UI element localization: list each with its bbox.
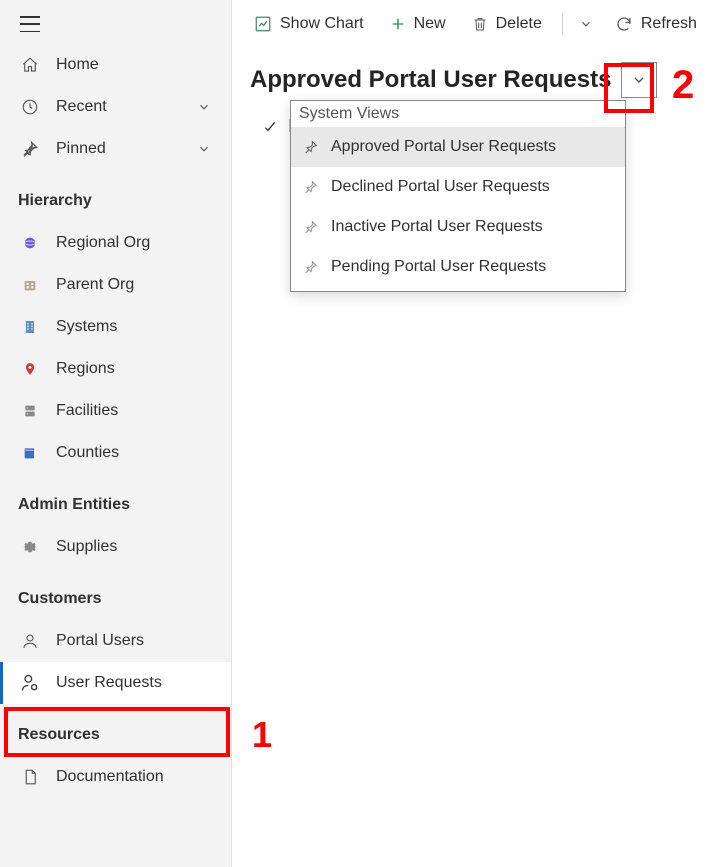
pin-outline-icon: [303, 219, 319, 235]
cmd-label: New: [414, 15, 446, 33]
sidebar-item-label: User Requests: [56, 674, 213, 692]
chevron-down-icon: [631, 72, 647, 88]
sidebar-item-counties[interactable]: Counties: [0, 432, 231, 474]
chevron-down-icon: [579, 17, 593, 31]
user-icon: [18, 632, 42, 650]
globe-icon: [18, 235, 42, 251]
dropdown-item-approved[interactable]: Approved Portal User Requests: [291, 127, 625, 167]
cmd-label: Delete: [496, 15, 542, 33]
nav-home[interactable]: Home: [0, 44, 231, 86]
gear-icon: [18, 538, 42, 556]
dropdown-item-label: Inactive Portal User Requests: [331, 218, 543, 236]
section-admin: Admin Entities: [0, 474, 231, 526]
view-dropdown-button[interactable]: [621, 62, 657, 98]
sidebar-item-user-requests[interactable]: User Requests: [0, 662, 231, 704]
nav-recent[interactable]: Recent: [0, 86, 231, 128]
sidebar-item-label: Facilities: [56, 402, 213, 420]
hamburger-icon: [20, 16, 40, 32]
sidebar-item-supplies[interactable]: Supplies: [0, 526, 231, 568]
sidebar-item-documentation[interactable]: Documentation: [0, 756, 231, 798]
pin-outline-icon: [303, 259, 319, 275]
refresh-icon: [615, 15, 633, 33]
command-bar: Show Chart New Delete: [232, 0, 728, 48]
sidebar-item-label: Parent Org: [56, 276, 213, 294]
sidebar-item-label: Regions: [56, 360, 213, 378]
home-icon: [18, 56, 42, 74]
sidebar-item-regions[interactable]: Regions: [0, 348, 231, 390]
hamburger-button[interactable]: [0, 8, 231, 44]
dropdown-item-inactive[interactable]: Inactive Portal User Requests: [291, 207, 625, 247]
dropdown-header: System Views: [291, 101, 625, 127]
separator: [562, 13, 563, 35]
sidebar-item-parent-org[interactable]: Parent Org: [0, 264, 231, 306]
map-pin-icon: [18, 360, 42, 378]
sidebar-item-label: Documentation: [56, 768, 213, 786]
clock-icon: [18, 98, 42, 116]
sidebar: Home Recent Pinned Hierarchy Reg: [0, 0, 232, 867]
overflow-button[interactable]: [573, 6, 599, 42]
dropdown-item-label: Declined Portal User Requests: [331, 178, 550, 196]
sidebar-item-label: Regional Org: [56, 234, 213, 252]
plus-icon: [390, 16, 406, 32]
pin-outline-icon: [303, 179, 319, 195]
new-button[interactable]: New: [380, 6, 456, 42]
dropdown-item-label: Pending Portal User Requests: [331, 258, 546, 276]
nav-pinned[interactable]: Pinned: [0, 128, 231, 170]
dropdown-item-label: Approved Portal User Requests: [331, 138, 556, 156]
view-dropdown-menu: System Views Approved Portal User Reques…: [290, 100, 626, 292]
nav-home-label: Home: [56, 56, 213, 74]
sidebar-item-systems[interactable]: Systems: [0, 306, 231, 348]
section-hierarchy: Hierarchy: [0, 170, 231, 222]
sidebar-item-label: Supplies: [56, 538, 213, 556]
cmd-label: Show Chart: [280, 15, 364, 33]
sidebar-item-label: Portal Users: [56, 632, 213, 650]
cmd-label: Refresh: [641, 15, 697, 33]
dropdown-item-pending[interactable]: Pending Portal User Requests: [291, 247, 625, 287]
sidebar-item-facilities[interactable]: Facilities: [0, 390, 231, 432]
section-resources: Resources: [0, 704, 231, 756]
org-icon: [18, 277, 42, 293]
nav-recent-label: Recent: [56, 98, 195, 116]
server-icon: [18, 403, 42, 419]
document-icon: [18, 768, 42, 786]
section-customers: Customers: [0, 568, 231, 620]
dropdown-item-declined[interactable]: Declined Portal User Requests: [291, 167, 625, 207]
sidebar-item-portal-users[interactable]: Portal Users: [0, 620, 231, 662]
delete-button[interactable]: Delete: [462, 6, 552, 42]
pin-outline-icon: [303, 139, 319, 155]
sidebar-item-regional-org[interactable]: Regional Org: [0, 222, 231, 264]
nav-pinned-label: Pinned: [56, 140, 195, 158]
chevron-down-icon: [195, 100, 213, 114]
sidebar-item-label: Counties: [56, 444, 213, 462]
building-icon: [18, 318, 42, 336]
view-title: Approved Portal User Requests: [250, 66, 611, 94]
refresh-button[interactable]: Refresh: [605, 6, 707, 42]
folder-icon: [18, 445, 42, 461]
pin-icon: [18, 140, 42, 158]
main-area: Show Chart New Delete: [232, 0, 728, 867]
show-chart-button[interactable]: Show Chart: [244, 6, 374, 42]
chevron-down-icon: [195, 142, 213, 156]
trash-icon: [472, 15, 488, 33]
chart-icon: [254, 15, 272, 33]
sidebar-item-label: Systems: [56, 318, 213, 336]
user-gear-icon: [18, 673, 42, 693]
